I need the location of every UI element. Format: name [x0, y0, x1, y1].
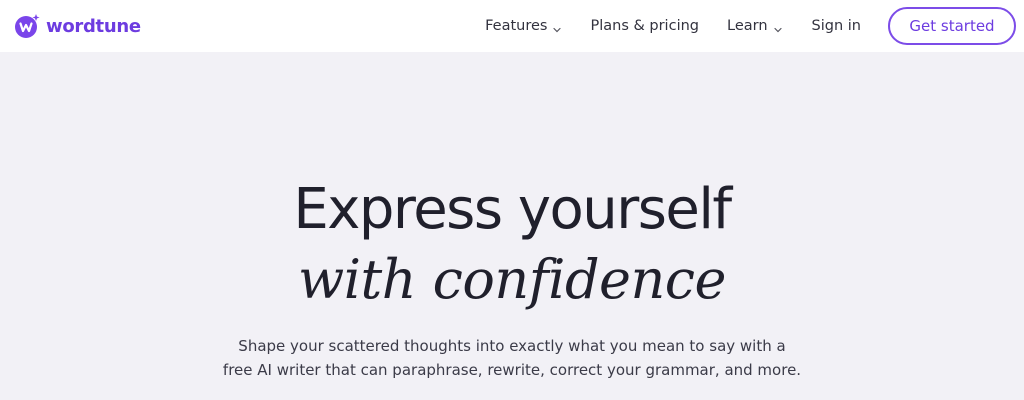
chevron-down-icon [773, 22, 782, 33]
get-started-button[interactable]: Get started [888, 7, 1016, 45]
logo-link[interactable]: wordtune [14, 10, 141, 42]
hero-subtext-line1: Shape your scattered thoughts into exact… [238, 337, 786, 355]
nav-features[interactable]: Features [485, 18, 562, 34]
hero-section: Express yourself with confidence Shape y… [0, 52, 1024, 400]
hero-subtext-line2: free AI writer that can paraphrase, rewr… [222, 361, 802, 379]
nav-learn-label: Learn [727, 18, 768, 34]
hero-subtext: Shape your scattered thoughts into exact… [212, 334, 812, 382]
hero-headline: Express yourself [293, 177, 732, 242]
nav-learn[interactable]: Learn [727, 18, 782, 34]
brand-name: wordtune [46, 15, 141, 37]
main-nav: Features Plans & pricing Learn Sign in G… [485, 0, 1024, 52]
nav-plans-label: Plans & pricing [590, 18, 699, 34]
hero-headline-italic: with confidence [298, 248, 726, 311]
get-started-label: Get started [909, 17, 995, 35]
nav-plans-pricing[interactable]: Plans & pricing [590, 18, 699, 34]
sign-in-label: Sign in [811, 18, 861, 34]
top-navbar: wordtune Features Plans & pricing Learn … [0, 0, 1024, 52]
sign-in-link[interactable]: Sign in [812, 18, 861, 34]
wordtune-logo-icon [14, 13, 40, 39]
chevron-down-icon [553, 22, 562, 33]
nav-features-label: Features [485, 18, 548, 34]
